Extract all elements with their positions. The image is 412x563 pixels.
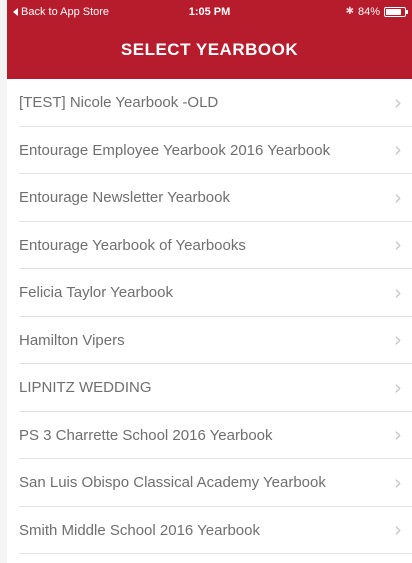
chevron-right-icon: › bbox=[394, 470, 402, 495]
chevron-right-icon: › bbox=[394, 185, 402, 210]
yearbook-label: PS 3 Charrette School 2016 Yearbook bbox=[19, 426, 273, 444]
battery-percent: 84% bbox=[357, 6, 380, 18]
back-caret-icon bbox=[13, 8, 18, 16]
yearbook-list-item[interactable]: San Luis Obispo Classical Academy Yearbo… bbox=[7, 459, 412, 507]
chevron-right-icon: › bbox=[394, 232, 402, 257]
chevron-right-icon: › bbox=[394, 375, 402, 400]
chevron-right-icon: › bbox=[394, 422, 402, 447]
yearbook-label: Smith Middle School 2016 Yearbook bbox=[19, 521, 260, 539]
app-header: Back to App Store 1:05 PM ✱ 84% SELECT Y… bbox=[7, 0, 412, 79]
left-edge bbox=[0, 0, 7, 563]
chevron-right-icon: › bbox=[394, 90, 402, 115]
yearbook-label: Entourage Yearbook of Yearbooks bbox=[19, 236, 246, 254]
yearbook-list-item[interactable]: Hamilton Vipers › bbox=[7, 317, 412, 365]
yearbook-label: Entourage Employee Yearbook 2016 Yearboo… bbox=[19, 141, 331, 159]
yearbook-list-item[interactable]: PS 3 Charrette School 2016 Yearbook › bbox=[7, 412, 412, 460]
yearbook-list-item[interactable]: Smith Middle School 2016 Yearbook › bbox=[7, 507, 412, 555]
yearbook-label: LIPNITZ WEDDING bbox=[19, 379, 152, 397]
chevron-right-icon: › bbox=[394, 327, 402, 352]
yearbook-list-item[interactable]: Entourage Employee Yearbook 2016 Yearboo… bbox=[7, 127, 412, 175]
status-bar: Back to App Store 1:05 PM ✱ 84% bbox=[7, 0, 412, 24]
page-title: SELECT YEARBOOK bbox=[120, 40, 299, 59]
yearbook-list-item[interactable]: Felicia Taylor Yearbook › bbox=[7, 269, 412, 317]
back-link-label: Back to App Store bbox=[21, 6, 110, 18]
status-indicators: ✱ 84% bbox=[345, 0, 408, 24]
yearbook-list-item[interactable]: LIPNITZ WEDDING › bbox=[7, 364, 412, 412]
yearbook-list-item[interactable]: [TEST] Nicole Yearbook -OLD › bbox=[7, 79, 412, 127]
yearbook-label: Hamilton Vipers bbox=[19, 331, 125, 349]
yearbook-label: [TEST] Nicole Yearbook -OLD bbox=[19, 94, 219, 112]
yearbook-list-item[interactable]: Entourage Newsletter Yearbook › bbox=[7, 174, 412, 222]
yearbook-list: [TEST] Nicole Yearbook -OLD › Entourage … bbox=[7, 79, 412, 554]
bluetooth-icon: ✱ bbox=[345, 6, 354, 17]
yearbook-label: Felicia Taylor Yearbook bbox=[19, 284, 173, 302]
chevron-right-icon: › bbox=[394, 517, 402, 542]
chevron-right-icon: › bbox=[394, 137, 402, 162]
battery-icon bbox=[384, 7, 408, 17]
back-to-app-store-link[interactable]: Back to App Store bbox=[13, 0, 109, 24]
yearbook-label: San Luis Obispo Classical Academy Yearbo… bbox=[19, 474, 326, 492]
battery-fill bbox=[386, 9, 402, 15]
yearbook-list-item[interactable]: Entourage Yearbook of Yearbooks › bbox=[7, 222, 412, 270]
yearbook-label: Entourage Newsletter Yearbook bbox=[19, 189, 230, 207]
chevron-right-icon: › bbox=[394, 280, 402, 305]
